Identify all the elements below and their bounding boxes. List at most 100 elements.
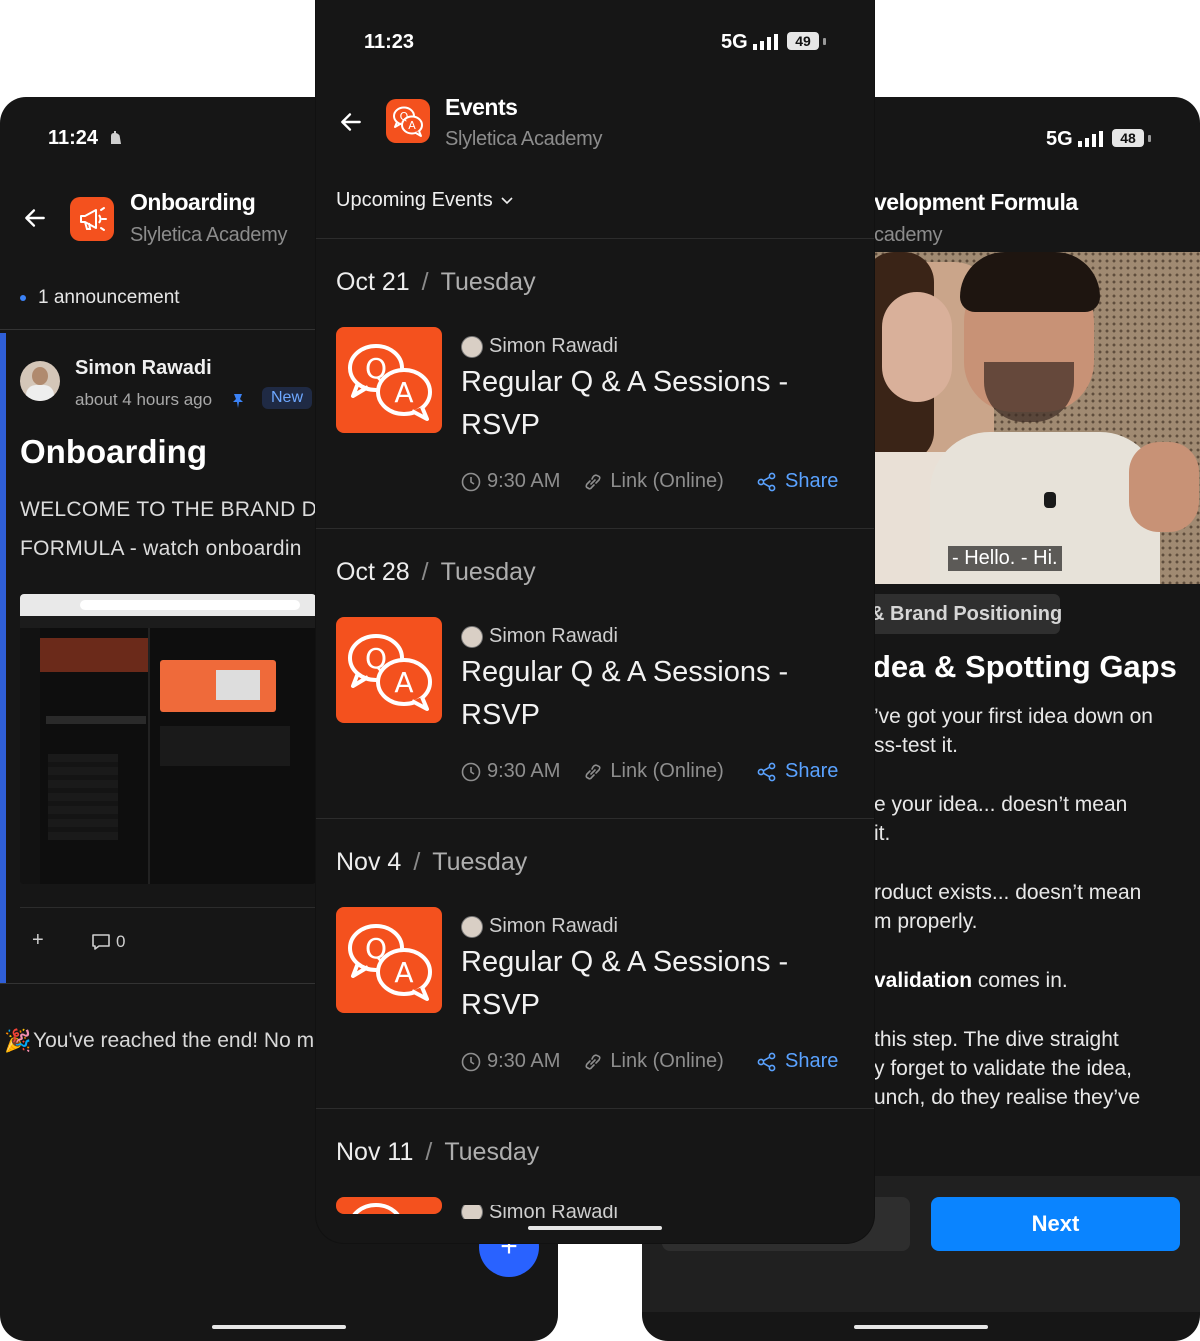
event-date: Oct 21 xyxy=(336,268,410,296)
battery-icon: 48 xyxy=(1112,129,1144,147)
share-button[interactable]: Share xyxy=(757,470,838,493)
svg-text:A: A xyxy=(394,666,413,699)
back-arrow-icon[interactable] xyxy=(338,109,364,135)
event-meta: 9:30 AM Link (Online) xyxy=(461,1050,746,1073)
status-network: 5G xyxy=(1046,128,1073,150)
svg-text:A: A xyxy=(394,956,413,989)
back-arrow-icon[interactable] xyxy=(22,205,48,231)
event-time-text: 9:30 AM xyxy=(487,1050,561,1072)
qa-bubbles-icon: QA xyxy=(344,918,434,1002)
share-button[interactable]: Share xyxy=(757,760,838,783)
svg-text:A: A xyxy=(408,119,416,132)
event-time-text: 9:30 AM xyxy=(487,760,561,782)
embedded-screenshot[interactable] xyxy=(20,594,316,884)
event-thumbnail[interactable]: QA xyxy=(336,907,442,1013)
events-filter-dropdown[interactable]: Upcoming Events xyxy=(336,189,513,212)
events-filter-label: Upcoming Events xyxy=(336,189,493,211)
party-icon: 🎉 xyxy=(4,1028,32,1053)
svg-text:Q: Q xyxy=(365,1211,387,1214)
avatar xyxy=(20,361,60,401)
qa-bubbles-icon: QA xyxy=(344,338,434,422)
event-host-name: Simon Rawadi xyxy=(489,625,618,647)
lesson-paragraph: m properly. xyxy=(874,910,978,933)
video-caption: - Hello. - Hi. xyxy=(948,546,1062,571)
end-message: You've reached the end! No mor xyxy=(33,1029,316,1052)
event-host: Simon Rawadi xyxy=(461,1205,618,1219)
pin-icon xyxy=(233,394,243,408)
event-location: Link (Online) xyxy=(582,470,724,493)
event-weekday: Tuesday xyxy=(432,848,528,876)
status-time: 11:23 xyxy=(364,31,415,53)
chevron-down-icon xyxy=(501,196,513,204)
event-location-text: Link (Online) xyxy=(610,470,724,492)
status-badge: New xyxy=(262,387,313,409)
event-meta: 9:30 AM Link (Online) xyxy=(461,760,746,783)
home-indicator xyxy=(854,1325,988,1329)
event-title[interactable]: Regular Q & A Sessions - RSVP xyxy=(461,651,821,737)
header-subtitle: Slyletica Academy xyxy=(130,224,288,246)
event-weekday: Tuesday xyxy=(440,268,536,296)
event-time: 9:30 AM xyxy=(461,1050,560,1073)
event-location-text: Link (Online) xyxy=(610,1050,724,1072)
lesson-bold-term: validation xyxy=(874,969,973,992)
comment-count: 0 xyxy=(116,932,126,951)
event-host: Simon Rawadi xyxy=(461,915,618,938)
notification-icon xyxy=(111,131,121,144)
next-button[interactable]: Next xyxy=(931,1197,1180,1251)
clock-icon xyxy=(461,1052,481,1072)
svg-text:Q: Q xyxy=(365,932,387,965)
lesson-video[interactable]: - Hello. - Hi. xyxy=(874,252,1200,584)
divider xyxy=(0,983,320,984)
header-title: Onboarding xyxy=(130,189,256,215)
header-title: Events xyxy=(445,94,518,120)
lesson-paragraph: e your idea... doesn’t mean xyxy=(874,793,1128,816)
add-reaction-button[interactable]: + xyxy=(32,929,44,952)
event-location: Link (Online) xyxy=(582,1050,724,1073)
post-author: Simon Rawadi xyxy=(75,357,212,379)
date-separator: / xyxy=(421,558,429,586)
event-date-heading: Oct 21 / Tuesday xyxy=(336,268,536,297)
post-title: Onboarding xyxy=(20,433,207,470)
event-thumbnail[interactable]: QA xyxy=(336,327,442,433)
header-subtitle: Slyletica Academy xyxy=(445,128,603,150)
qa-bubbles-icon: QA xyxy=(344,1197,434,1214)
post-time: about 4 hours ago xyxy=(75,390,213,409)
battery-tip xyxy=(823,38,826,45)
event-date-heading: Oct 28 / Tuesday xyxy=(336,558,536,587)
date-separator: / xyxy=(421,268,429,296)
share-label: Share xyxy=(785,760,839,782)
lesson-paragraph: ss-test it. xyxy=(874,734,959,757)
event-thumbnail[interactable]: QA xyxy=(336,617,442,723)
event-host-name: Simon Rawadi xyxy=(489,1205,618,1219)
divider xyxy=(20,907,316,908)
battery-icon: 49 xyxy=(787,32,819,50)
comment-icon[interactable] xyxy=(91,933,111,951)
date-separator: / xyxy=(413,848,421,876)
divider xyxy=(316,818,874,819)
category-tag: & Brand Positioning xyxy=(870,603,1063,625)
event-thumbnail[interactable]: QA xyxy=(336,1197,442,1214)
event-location-text: Link (Online) xyxy=(610,760,724,782)
divider xyxy=(316,1108,874,1109)
event-title[interactable]: Regular Q & A Sessions - RSVP xyxy=(461,941,821,1027)
home-indicator xyxy=(528,1226,662,1230)
avatar xyxy=(461,335,483,358)
svg-text:Q: Q xyxy=(365,642,387,675)
link-icon xyxy=(582,471,604,493)
event-title[interactable]: Regular Q & A Sessions - RSVP xyxy=(461,361,821,447)
header-subtitle: cademy xyxy=(874,224,943,246)
lesson-paragraph: roduct exists... doesn’t mean xyxy=(874,881,1142,904)
announcement-count[interactable]: 1 announcement xyxy=(38,287,180,309)
lesson-paragraph: unch, do they realise they’ve xyxy=(874,1086,1141,1109)
event-date-heading: Nov 11 / Tuesday xyxy=(336,1138,539,1167)
avatar xyxy=(461,625,483,648)
share-button[interactable]: Share xyxy=(757,1050,838,1073)
share-label: Share xyxy=(785,470,839,492)
link-icon xyxy=(582,1051,604,1073)
event-weekday: Tuesday xyxy=(444,1138,540,1166)
post-body-line: WELCOME TO THE BRAND DI xyxy=(20,498,316,521)
lesson-paragraph: it. xyxy=(874,822,891,845)
share-label: Share xyxy=(785,1050,839,1072)
event-date: Nov 11 xyxy=(336,1138,414,1166)
share-icon xyxy=(757,762,777,782)
